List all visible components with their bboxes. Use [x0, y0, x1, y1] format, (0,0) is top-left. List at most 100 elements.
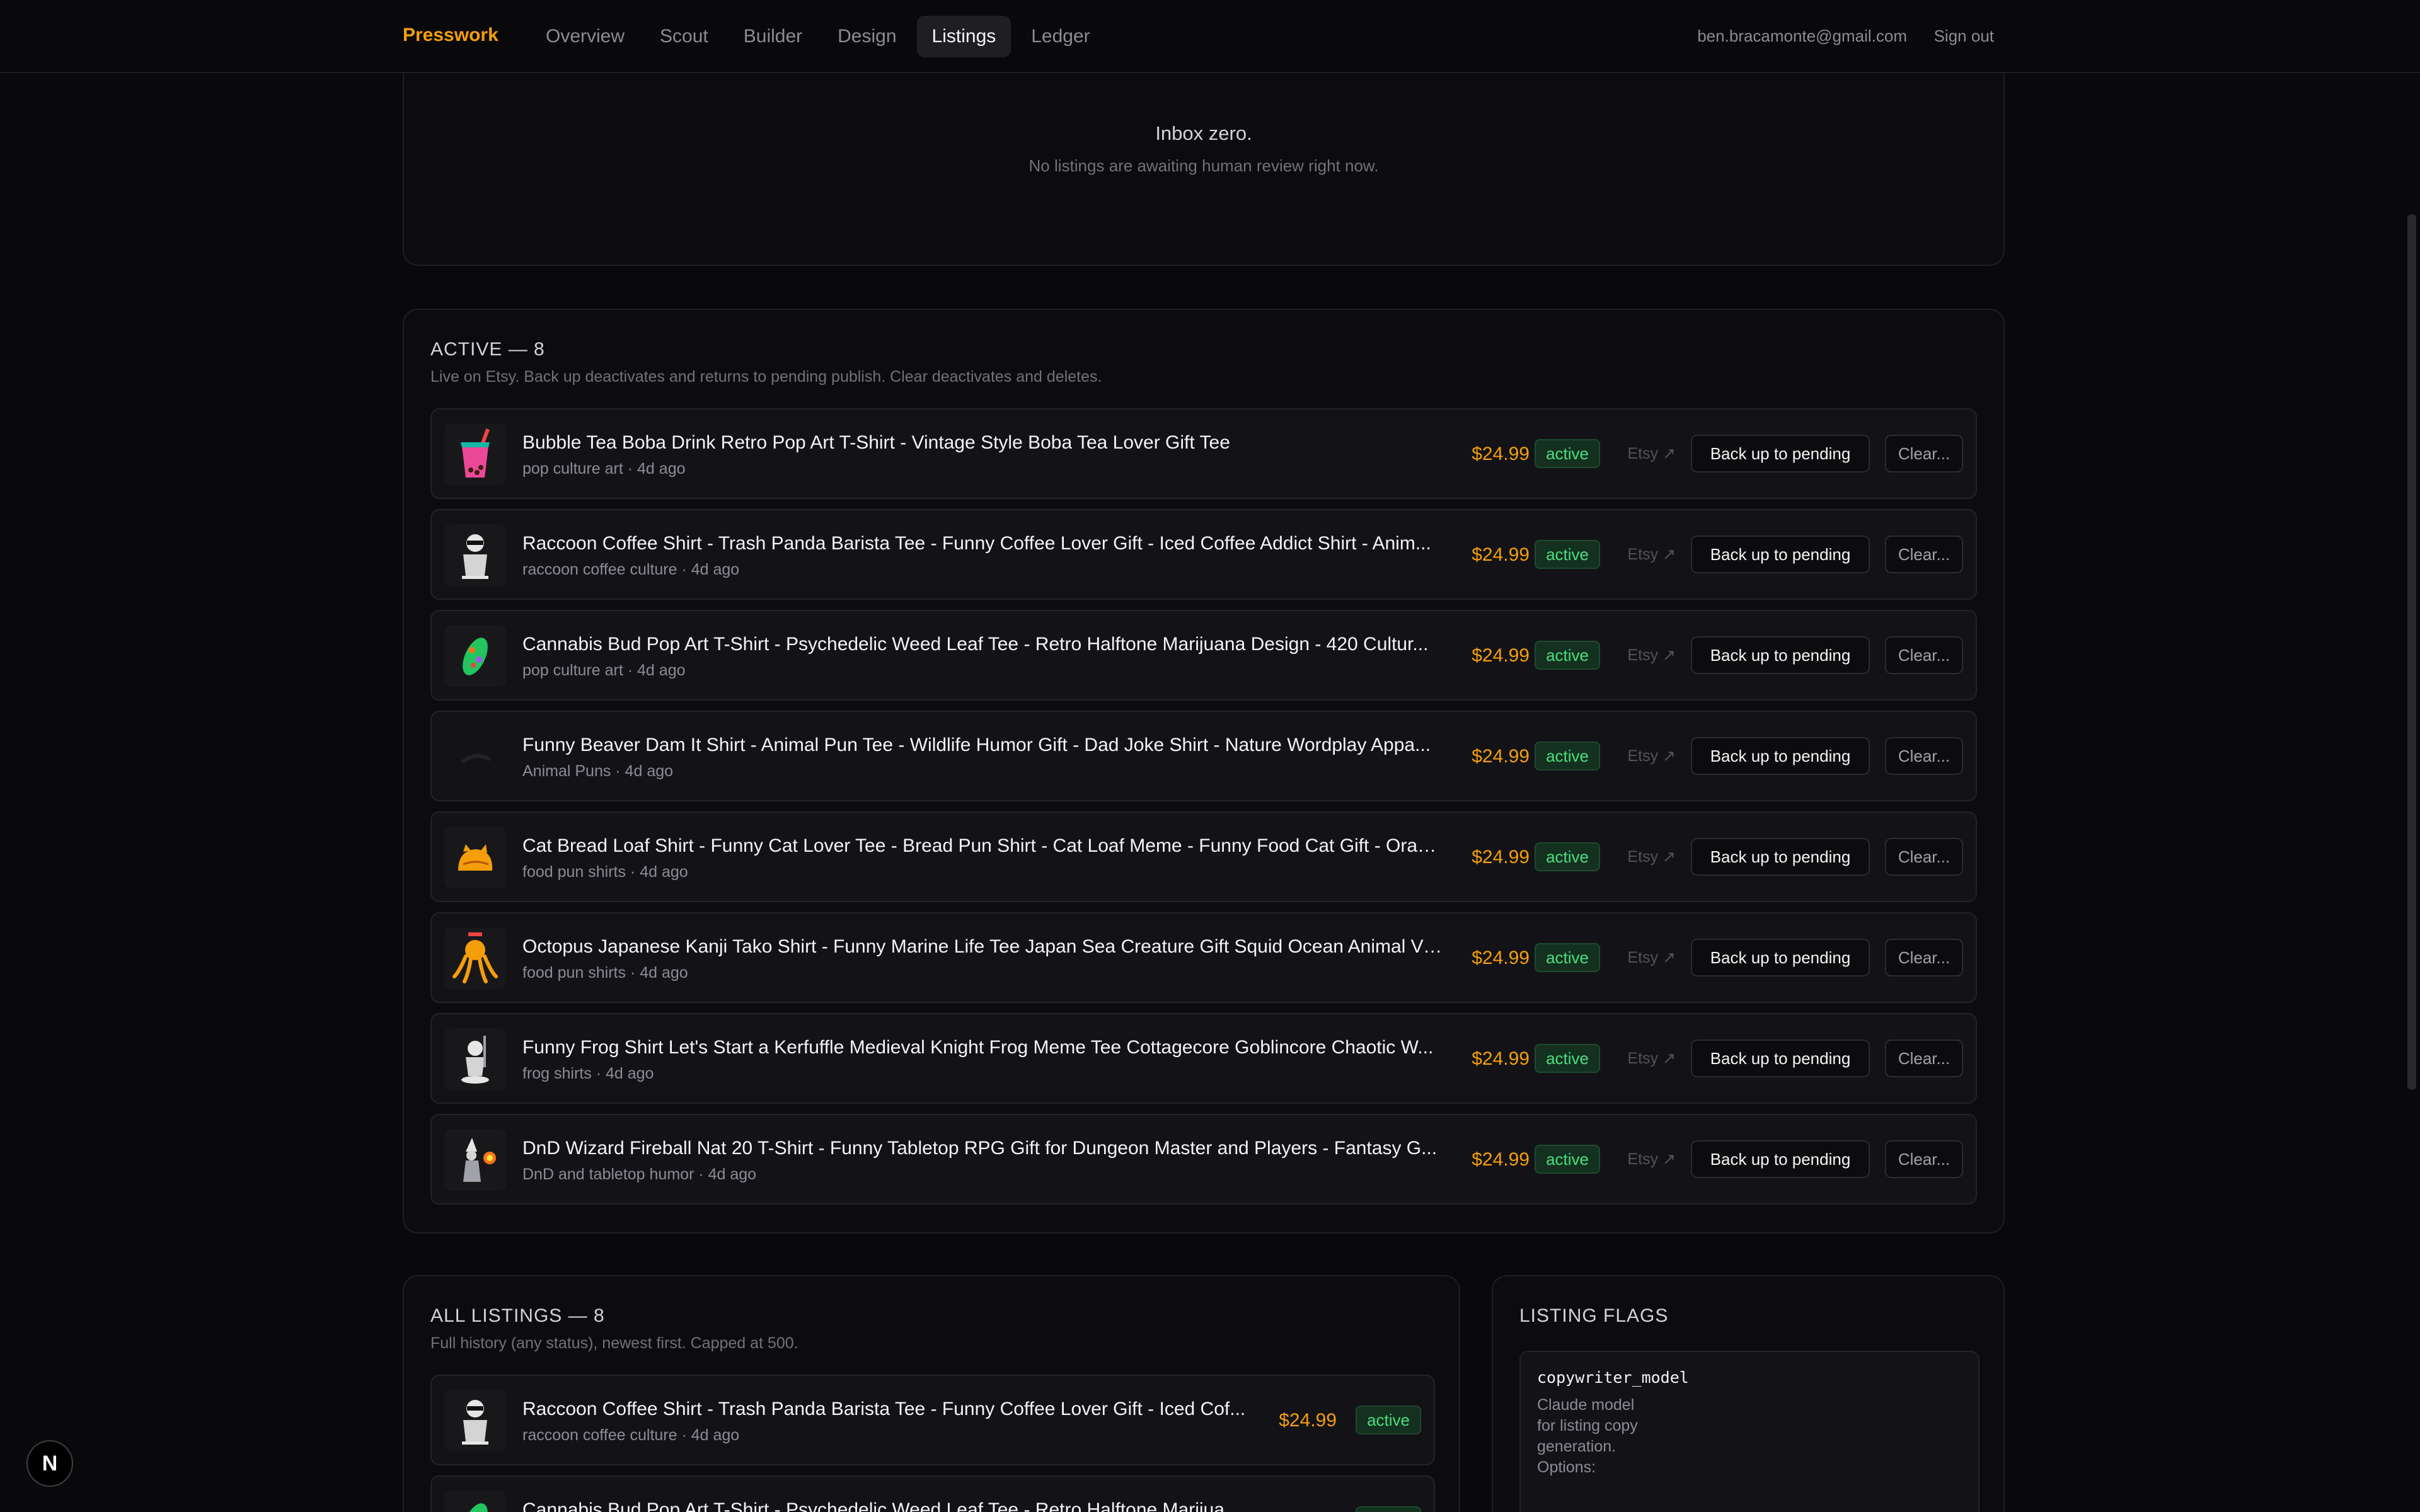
- nav-tabs: Overview Scout Builder Design Listings L…: [531, 16, 1110, 57]
- etsy-link[interactable]: Etsy ↗: [1627, 646, 1676, 665]
- all-listing-rows: Raccoon Coffee Shirt - Trash Panda Baris…: [430, 1375, 1435, 1512]
- status-badge: active: [1535, 540, 1600, 569]
- listing-title[interactable]: Funny Frog Shirt Let's Start a Kerfuffle…: [522, 1037, 1443, 1058]
- etsy-link[interactable]: Etsy ↗: [1627, 1150, 1676, 1169]
- tab-builder[interactable]: Builder: [729, 16, 817, 57]
- listing-thumbnail: [444, 1129, 506, 1191]
- listing-title[interactable]: Raccoon Coffee Shirt - Trash Panda Baris…: [522, 533, 1443, 554]
- listing-meta: frog shirts · 4d ago: [522, 1065, 654, 1082]
- listing-meta: pop culture art · 4d ago: [522, 460, 686, 478]
- listing-title[interactable]: Raccoon Coffee Shirt - Trash Panda Baris…: [522, 1399, 1260, 1420]
- wizard-icon: [444, 1129, 506, 1191]
- all-listings-panel: ALL LISTINGS — 8 Full history (any statu…: [403, 1275, 1460, 1512]
- listing-price: $24.99: [1472, 847, 1530, 868]
- tab-listings[interactable]: Listings: [916, 16, 1011, 57]
- listing-row[interactable]: Cannabis Bud Pop Art T-Shirt - Psychedel…: [430, 1475, 1435, 1512]
- listing-row[interactable]: Raccoon Coffee Shirt - Trash Panda Baris…: [430, 509, 1977, 600]
- clear-button[interactable]: Clear...: [1885, 1140, 1963, 1178]
- listing-title[interactable]: Cannabis Bud Pop Art T-Shirt - Psychedel…: [522, 634, 1443, 655]
- listing-row[interactable]: Bubble Tea Boba Drink Retro Pop Art T-Sh…: [430, 408, 1977, 499]
- octopus-icon: [444, 927, 506, 989]
- raccoon-icon: [444, 1390, 506, 1452]
- listing-row[interactable]: DnD Wizard Fireball Nat 20 T-Shirt - Fun…: [430, 1114, 1977, 1205]
- listing-thumbnail: [444, 625, 506, 687]
- listing-price: $24.99: [1472, 948, 1530, 968]
- listing-thumbnail: [444, 1028, 506, 1090]
- listing-price: $24.99: [1472, 1149, 1530, 1170]
- cannabis-bud-icon: [444, 1491, 506, 1512]
- listing-row[interactable]: Funny Frog Shirt Let's Start a Kerfuffle…: [430, 1013, 1977, 1104]
- dev-tools-badge[interactable]: N: [26, 1440, 73, 1487]
- back-up-to-pending-button[interactable]: Back up to pending: [1691, 636, 1870, 674]
- clear-button[interactable]: Clear...: [1885, 1040, 1963, 1077]
- etsy-link[interactable]: Etsy ↗: [1627, 948, 1676, 967]
- status-badge: active: [1356, 1506, 1421, 1512]
- all-section-subtitle: Full history (any status), newest first.…: [430, 1334, 798, 1352]
- back-up-to-pending-button[interactable]: Back up to pending: [1691, 1040, 1870, 1077]
- back-up-to-pending-button[interactable]: Back up to pending: [1691, 435, 1870, 472]
- active-listings-panel: ACTIVE — 8 Live on Etsy. Back up deactiv…: [403, 309, 2005, 1234]
- tab-scout[interactable]: Scout: [645, 16, 723, 57]
- clear-button[interactable]: Clear...: [1885, 435, 1963, 472]
- etsy-link[interactable]: Etsy ↗: [1627, 444, 1676, 463]
- back-up-to-pending-button[interactable]: Back up to pending: [1691, 939, 1870, 976]
- listing-row[interactable]: Octopus Japanese Kanji Tako Shirt - Funn…: [430, 912, 1977, 1003]
- back-up-to-pending-button[interactable]: Back up to pending: [1691, 1140, 1870, 1178]
- active-section-title: ACTIVE — 8: [430, 339, 545, 360]
- page-scrollbar[interactable]: [2407, 214, 2416, 1090]
- sign-out-link[interactable]: Sign out: [1934, 26, 1994, 46]
- listing-thumbnail: [444, 423, 506, 485]
- tab-design[interactable]: Design: [822, 16, 911, 57]
- beaver-icon: [444, 726, 506, 788]
- etsy-link[interactable]: Etsy ↗: [1627, 1049, 1676, 1068]
- listing-title[interactable]: Cat Bread Loaf Shirt - Funny Cat Lover T…: [522, 835, 1443, 857]
- listing-meta: food pun shirts · 4d ago: [522, 863, 688, 881]
- listing-flags-panel: LISTING FLAGS copywriter_model Claude mo…: [1492, 1275, 2005, 1512]
- brand-logo[interactable]: Presswork: [403, 25, 498, 46]
- cannabis-bud-icon: [444, 625, 506, 687]
- inbox-empty-title: Inbox zero.: [1155, 122, 1252, 144]
- status-badge: active: [1535, 439, 1600, 468]
- etsy-link[interactable]: Etsy ↗: [1627, 847, 1676, 866]
- clear-button[interactable]: Clear...: [1885, 939, 1963, 976]
- status-badge: active: [1535, 1044, 1600, 1073]
- tab-ledger[interactable]: Ledger: [1016, 16, 1105, 57]
- listing-row[interactable]: Raccoon Coffee Shirt - Trash Panda Baris…: [430, 1375, 1435, 1465]
- listing-title[interactable]: Cannabis Bud Pop Art T-Shirt - Psychedel…: [522, 1499, 1260, 1512]
- etsy-link[interactable]: Etsy ↗: [1627, 747, 1676, 765]
- inbox-empty-subtitle: No listings are awaiting human review ri…: [1028, 156, 1379, 175]
- listing-meta: pop culture art · 4d ago: [522, 662, 686, 679]
- raccoon-icon: [444, 524, 506, 586]
- listing-title[interactable]: Bubble Tea Boba Drink Retro Pop Art T-Sh…: [522, 432, 1443, 454]
- app-root: Presswork Overview Scout Builder Design …: [0, 0, 2420, 1512]
- flag-description: Claude model for listing copy generation…: [1537, 1396, 1638, 1476]
- listing-price: $24.99: [1472, 544, 1530, 565]
- listing-thumbnail: [444, 726, 506, 788]
- status-badge: active: [1535, 943, 1600, 972]
- frog-knight-icon: [444, 1028, 506, 1090]
- cat-loaf-icon: [444, 827, 506, 888]
- clear-button[interactable]: Clear...: [1885, 636, 1963, 674]
- all-section-title: ALL LISTINGS — 8: [430, 1305, 605, 1326]
- status-badge: active: [1535, 1145, 1600, 1174]
- clear-button[interactable]: Clear...: [1885, 536, 1963, 573]
- listing-title[interactable]: Funny Beaver Dam It Shirt - Animal Pun T…: [522, 735, 1443, 756]
- listing-title[interactable]: DnD Wizard Fireball Nat 20 T-Shirt - Fun…: [522, 1138, 1443, 1159]
- listing-row[interactable]: Cannabis Bud Pop Art T-Shirt - Psychedel…: [430, 610, 1977, 701]
- back-up-to-pending-button[interactable]: Back up to pending: [1691, 536, 1870, 573]
- flag-card[interactable]: copywriter_model Claude model for listin…: [1519, 1351, 1979, 1512]
- listing-meta: Animal Puns · 4d ago: [522, 762, 674, 780]
- listing-title[interactable]: Octopus Japanese Kanji Tako Shirt - Funn…: [522, 936, 1443, 958]
- listing-row[interactable]: Cat Bread Loaf Shirt - Funny Cat Lover T…: [430, 811, 1977, 902]
- clear-button[interactable]: Clear...: [1885, 737, 1963, 775]
- back-up-to-pending-button[interactable]: Back up to pending: [1691, 838, 1870, 876]
- listing-meta: food pun shirts · 4d ago: [522, 964, 688, 982]
- back-up-to-pending-button[interactable]: Back up to pending: [1691, 737, 1870, 775]
- listing-row[interactable]: Funny Beaver Dam It Shirt - Animal Pun T…: [430, 711, 1977, 801]
- clear-button[interactable]: Clear...: [1885, 838, 1963, 876]
- listing-meta: raccoon coffee culture · 4d ago: [522, 561, 740, 578]
- tab-overview[interactable]: Overview: [531, 16, 640, 57]
- status-badge: active: [1535, 742, 1600, 770]
- listing-thumbnail: [444, 1390, 506, 1452]
- etsy-link[interactable]: Etsy ↗: [1627, 545, 1676, 564]
